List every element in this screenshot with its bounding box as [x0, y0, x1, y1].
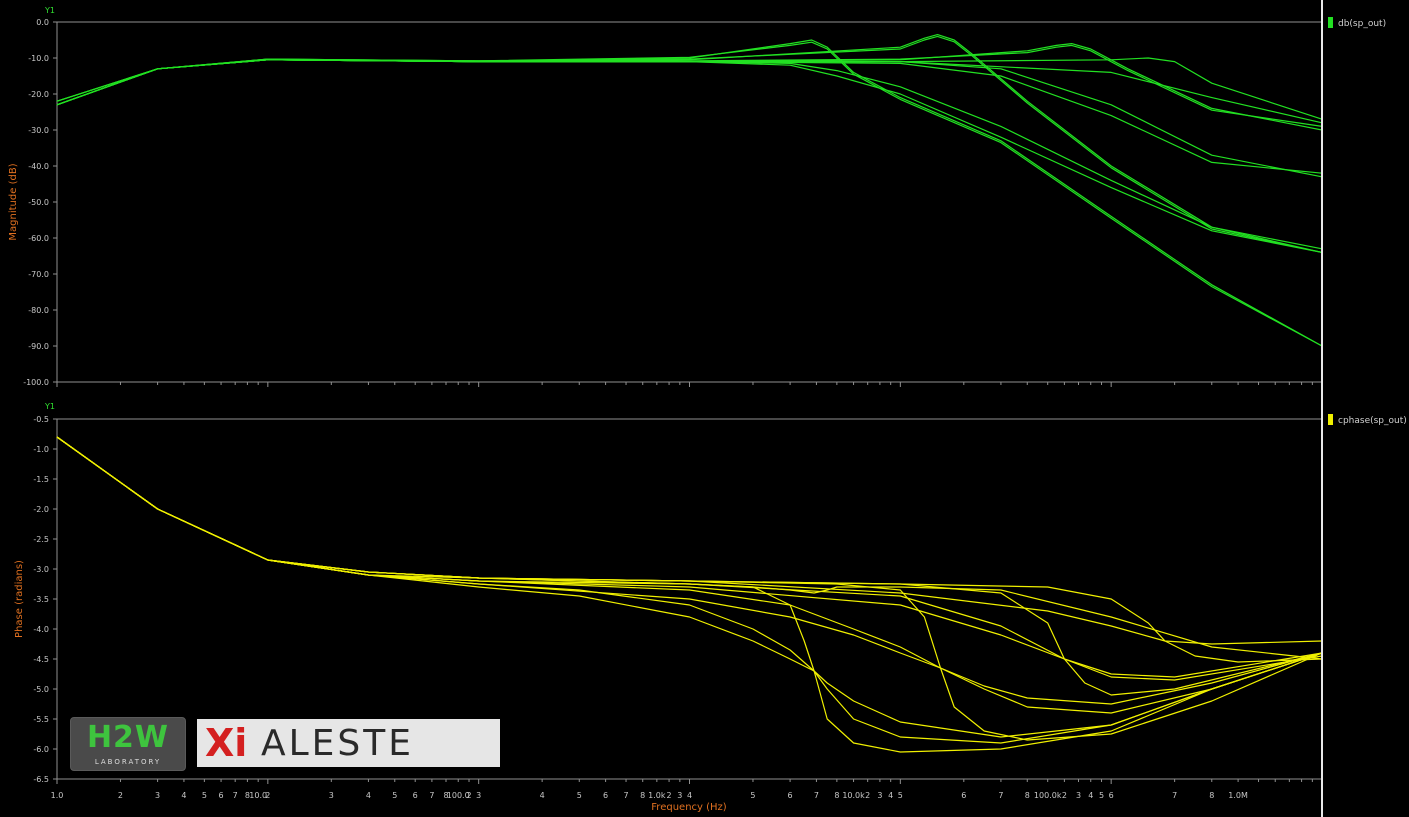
phase-axis-tag: Y1 [44, 402, 55, 411]
magnitude-ytick-label: 0.0 [36, 18, 49, 27]
frequency-tick-label: 2 [118, 791, 123, 800]
phase-ytick-label: -6.5 [33, 775, 49, 784]
magnitude-panel: Y1 Magnitude (dB) 0.0 -10.0 -20.0 -30.0 -40.… [8, 6, 1323, 387]
h2w-logo: H2W LABORATORY [70, 717, 186, 771]
phase-legend-swatch [1328, 414, 1333, 425]
magnitude-ytick-label: -80.0 [28, 306, 49, 315]
frequency-tick-label: 7 [623, 791, 628, 800]
magnitude-y-ticks: 0.0 -10.0 -20.0 -30.0 -40.0 -50.0 -60.0 -70.0 -8… [23, 18, 57, 387]
frequency-tick-label: 3 [1076, 791, 1081, 800]
bode-plot: Y1 Magnitude (dB) 0.0 -10.0 -20.0 -30.0 -40.… [8, 0, 1407, 817]
magnitude-ytick-label: -60.0 [28, 234, 49, 243]
frequency-tick-label: 3 [329, 791, 334, 800]
xialeste-logo-aleste: ALESTE [261, 723, 415, 764]
phase-ytick-label: -5.0 [33, 685, 49, 694]
frequency-tick-label: 5 [577, 791, 582, 800]
frequency-tick-label: 3 [677, 791, 682, 800]
magnitude-legend-swatch [1328, 17, 1333, 28]
frequency-tick-label: 2 [667, 791, 672, 800]
frequency-tick-label: 6 [788, 791, 793, 800]
phase-ytick-label: -6.0 [33, 745, 49, 754]
frequency-tick-label: 10.0k [842, 791, 865, 800]
magnitude-ytick-label: -20.0 [28, 90, 49, 99]
frequency-tick-label: 3 [155, 791, 160, 800]
frequency-tick-label: 5 [392, 791, 397, 800]
frequency-tick-label: 4 [540, 791, 545, 800]
phase-ytick-label: -3.0 [33, 565, 49, 574]
magnitude-legend-label: db(sp_out) [1338, 19, 1386, 29]
frequency-tick-label: 5 [898, 791, 903, 800]
magnitude-axis-tag: Y1 [44, 6, 55, 15]
phase-legend: cphase(sp_out) [1328, 414, 1407, 426]
frequency-tick-label: 4 [181, 791, 186, 800]
phase-ytick-label: -4.0 [33, 625, 49, 634]
frequency-tick-label: 1.0k [648, 791, 666, 800]
frequency-tick-label: 2 [466, 791, 471, 800]
phase-ytick-label: -3.5 [33, 595, 49, 604]
frequency-tick-label: 7 [1172, 791, 1177, 800]
frequency-tick-label: 3 [877, 791, 882, 800]
phase-ytick-label: -2.0 [33, 505, 49, 514]
phase-ytick-label: -1.5 [33, 475, 49, 484]
frequency-tick-label: 4 [366, 791, 371, 800]
frequency-tick-label: 7 [814, 791, 819, 800]
frequency-tick-label: 6 [961, 791, 966, 800]
frequency-tick-label: 8 [1209, 791, 1214, 800]
h2w-logo-main: H2W [86, 720, 170, 755]
phase-ytick-label: -0.5 [33, 415, 49, 424]
frequency-tick-label: 5 [202, 791, 207, 800]
magnitude-ylabel: Magnitude (dB) [8, 163, 19, 240]
frequency-tick-label: 6 [1109, 791, 1114, 800]
frequency-tick-label: 6 [413, 791, 418, 800]
phase-ytick-label: -2.5 [33, 535, 49, 544]
frequency-tick-label: 1.0M [1228, 791, 1248, 800]
frequency-tick-label: 3 [476, 791, 481, 800]
magnitude-ytick-label: -70.0 [28, 270, 49, 279]
magnitude-plot-area [56, 21, 1323, 383]
frequency-tick-label: 7 [429, 791, 434, 800]
frequency-tick-label: 8 [834, 791, 839, 800]
frequency-tick-label: 6 [219, 791, 224, 800]
frequency-tick-label: 2 [1062, 791, 1067, 800]
frequency-tick-label: 4 [888, 791, 893, 800]
magnitude-ytick-label: -50.0 [28, 198, 49, 207]
magnitude-ytick-label: -90.0 [28, 342, 49, 351]
frequency-tick-label: 2 [865, 791, 870, 800]
frequency-tick-label: 5 [1099, 791, 1104, 800]
frequency-tick-label: 2 [265, 791, 270, 800]
xialeste-logo-xi: Xi [205, 721, 248, 765]
frequency-tick-label: 6 [603, 791, 608, 800]
frequency-tick-label: 7 [233, 791, 238, 800]
xialeste-logo: Xi ALESTE [197, 719, 500, 767]
frequency-tick-label: 7 [998, 791, 1003, 800]
magnitude-legend: db(sp_out) [1328, 17, 1386, 29]
magnitude-ytick-label: -30.0 [28, 126, 49, 135]
frequency-tick-label: 8 [1025, 791, 1030, 800]
frequency-tick-label: 4 [1088, 791, 1093, 800]
magnitude-ytick-label: -100.0 [23, 378, 49, 387]
phase-ytick-label: -4.5 [33, 655, 49, 664]
frequency-tick-label: 100.0k [1034, 791, 1062, 800]
magnitude-ytick-label: -10.0 [28, 54, 49, 63]
frequency-tick-label: 4 [687, 791, 692, 800]
phase-ytick-label: -5.5 [33, 715, 49, 724]
phase-ytick-label: -1.0 [33, 445, 49, 454]
frequency-xlabel: Frequency (Hz) [651, 802, 727, 813]
frequency-tick-label: 8 [640, 791, 645, 800]
frequency-tick-label: 5 [750, 791, 755, 800]
h2w-logo-sub: LABORATORY [94, 758, 162, 766]
magnitude-ytick-label: -40.0 [28, 162, 49, 171]
phase-y-ticks: -0.5 -1.0 -1.5 -2.0 -2.5 -3.0 -3.5 -4.0 -4.5 -5.0… [33, 415, 57, 784]
frequency-tick-label: 1.0 [51, 791, 64, 800]
phase-legend-label: cphase(sp_out) [1338, 416, 1407, 426]
phase-ylabel: Phase (radians) [14, 560, 25, 638]
